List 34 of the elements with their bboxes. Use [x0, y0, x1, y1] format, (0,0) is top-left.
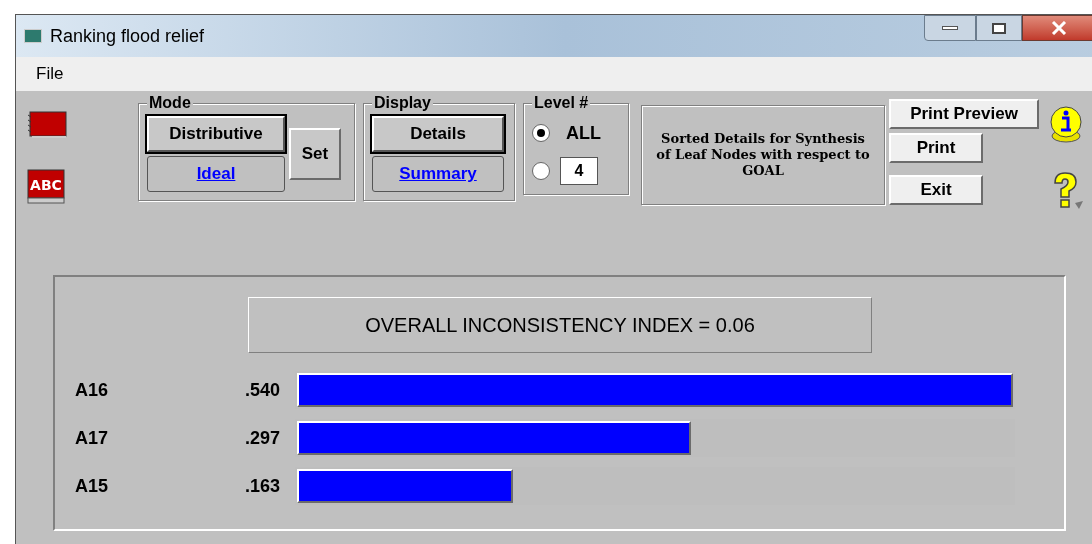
alternative-label: A16 — [75, 378, 110, 402]
notebook-icon[interactable] — [26, 111, 68, 139]
minimize-icon — [942, 26, 958, 30]
inconsistency-text: OVERALL INCONSISTENCY INDEX = 0.06 — [365, 313, 755, 338]
alternative-label: A15 — [75, 474, 110, 498]
level-input[interactable]: 4 — [560, 157, 598, 185]
close-button[interactable] — [1022, 15, 1092, 41]
info-icon[interactable] — [1049, 105, 1083, 143]
alternative-label: A17 — [75, 426, 110, 450]
priority-value: .297 — [245, 426, 282, 450]
description-text: Sorted Details for Synthesis of Leaf Nodes with respect to GOAL — [655, 131, 871, 179]
mode-button[interactable]: Ideal — [147, 156, 285, 192]
group-label: Display — [372, 95, 433, 111]
radio-button[interactable] — [532, 124, 550, 142]
action-button[interactable]: Exit — [889, 175, 983, 205]
priority-value: .163 — [245, 474, 282, 498]
group-label: Level # — [532, 95, 591, 111]
action-button[interactable]: Print Preview — [889, 99, 1039, 129]
radio-label: ALL — [566, 121, 601, 145]
mode-button[interactable]: Distributive — [147, 116, 285, 152]
mode-button[interactable]: Summary — [372, 156, 504, 192]
radio-button[interactable] — [532, 162, 550, 180]
app-icon — [24, 29, 42, 43]
action-button[interactable]: Print — [889, 133, 983, 163]
window-title: Ranking flood relief — [50, 24, 205, 48]
maximize-button[interactable] — [976, 15, 1022, 41]
mode-button[interactable]: Details — [372, 116, 504, 152]
close-icon — [1051, 21, 1067, 35]
priority-value: .540 — [245, 378, 282, 402]
minimize-button[interactable] — [924, 15, 976, 41]
maximize-icon — [992, 22, 1006, 34]
group-label: Mode — [147, 95, 193, 111]
menu-item[interactable]: File — [36, 61, 64, 87]
set-button[interactable]: Set — [289, 128, 341, 180]
